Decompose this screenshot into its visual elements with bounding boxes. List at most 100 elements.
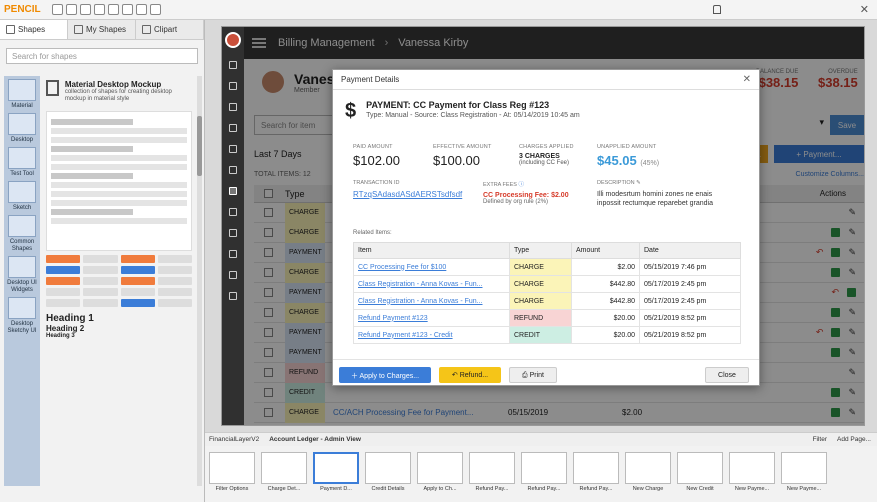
settings-icon[interactable]	[229, 292, 237, 300]
input-shape[interactable]	[157, 299, 192, 307]
page-thumbnail[interactable]: Refund Pay...	[573, 452, 619, 496]
button-shape[interactable]	[157, 255, 192, 263]
redo-icon[interactable]	[135, 4, 147, 15]
button-shape[interactable]	[120, 266, 155, 274]
page-thumbnail-label: Charge Det...	[267, 486, 301, 492]
heading-3-shape[interactable]: Heading 3	[46, 333, 192, 339]
page-thumbnail[interactable]: Filter Options	[209, 452, 255, 496]
page-thumbnail[interactable]: Refund Pay...	[521, 452, 567, 496]
page-thumbnail[interactable]: New Credit	[677, 452, 723, 496]
page-thumbnail[interactable]: Refund Pay...	[469, 452, 515, 496]
add-page-button[interactable]: Add Page...	[837, 436, 871, 443]
user-avatar[interactable]	[225, 32, 241, 48]
shapes-panel: Shapes My Shapes Clipart Search for shap…	[0, 20, 205, 502]
page-thumbnail[interactable]: Charge Det...	[261, 452, 307, 496]
category-test-tool[interactable]: Test Tool	[6, 147, 38, 178]
shapes-icon	[6, 25, 15, 34]
close-icon[interactable]: ✕	[743, 74, 751, 85]
dialog-shape[interactable]	[46, 111, 192, 251]
heading-1-shape[interactable]: Heading 1	[46, 313, 192, 324]
transaction-id: TRANSACTION ID RTzqSAdasdASdAERSTsdfsdf	[353, 180, 463, 199]
export-icon[interactable]	[149, 4, 161, 15]
category-desktop-sketchy[interactable]: Desktop Sketchy UI	[6, 297, 38, 335]
tab-clipart[interactable]: Clipart	[136, 20, 204, 39]
lock-icon[interactable]	[713, 5, 721, 14]
related-date: 05/17/2019 2:45 pm	[639, 292, 741, 310]
category-sketch[interactable]: Sketch	[6, 181, 38, 212]
related-item-link[interactable]: Refund Payment #123	[353, 309, 510, 327]
input-shape[interactable]	[46, 299, 81, 307]
category-desktop[interactable]: Desktop	[6, 113, 38, 144]
apply-to-charges-button[interactable]: ＋ Apply to Charges...	[339, 367, 431, 383]
page-thumbnail-label: New Payme...	[734, 486, 770, 492]
button-shape[interactable]	[46, 277, 81, 285]
tab-shapes[interactable]: Shapes	[0, 20, 68, 39]
related-item-link[interactable]: Refund Payment #123 - Credit	[353, 326, 510, 344]
button-shape[interactable]	[157, 266, 192, 274]
input-shape[interactable]	[83, 288, 118, 296]
open-file-icon[interactable]	[65, 4, 77, 15]
extra-fees: EXTRA FEES ⓘ CC Processing Fee: $2.00 De…	[483, 182, 569, 205]
dashboard-icon[interactable]	[229, 61, 237, 69]
chart-icon[interactable]	[229, 166, 237, 174]
mail-icon[interactable]	[229, 271, 237, 279]
button-shape[interactable]	[120, 277, 155, 285]
refund-button[interactable]: ↶ Refund...	[439, 367, 501, 383]
input-shape[interactable]	[83, 299, 118, 307]
list-icon[interactable]	[229, 124, 237, 132]
zoom-out-icon[interactable]	[107, 4, 119, 15]
page-thumbnail[interactable]: Apply to Ch...	[417, 452, 463, 496]
button-shape[interactable]	[120, 255, 155, 263]
related-date: 05/17/2019 2:45 pm	[639, 275, 741, 293]
page-thumbnail[interactable]: Credit Details	[365, 452, 411, 496]
button-shape[interactable]	[120, 299, 155, 307]
panel-scrollbar[interactable]	[197, 76, 202, 486]
scroll-thumb[interactable]	[197, 116, 202, 176]
document-icon[interactable]	[229, 229, 237, 237]
button-shape[interactable]	[157, 277, 192, 285]
new-file-icon[interactable]	[51, 4, 63, 15]
heading-2-shape[interactable]: Heading 2	[46, 324, 192, 333]
category-desktop-ui[interactable]: Desktop UI Widgets	[6, 256, 38, 294]
print-button[interactable]: ⎙ Print	[509, 367, 557, 383]
button-shape[interactable]	[46, 255, 81, 263]
clock-icon[interactable]	[229, 250, 237, 258]
button-shapes	[46, 255, 192, 307]
related-item-link[interactable]: Class Registration - Anna Kovas - Fun...	[353, 292, 510, 310]
category-common-shapes[interactable]: Common Shapes	[6, 215, 38, 253]
button-shape[interactable]	[83, 255, 118, 263]
people-icon[interactable]	[229, 103, 237, 111]
report-icon[interactable]	[229, 208, 237, 216]
save-file-icon[interactable]	[79, 4, 91, 15]
calendar-icon[interactable]	[229, 82, 237, 90]
category-material[interactable]: Material	[6, 79, 38, 110]
filter-pages-button[interactable]: Filter	[813, 436, 827, 443]
related-item-link[interactable]: Class Registration - Anna Kovas - Fun...	[353, 275, 510, 293]
shape-search-input[interactable]: Search for shapes	[6, 48, 198, 64]
button-shape[interactable]	[83, 266, 118, 274]
undo-icon[interactable]	[121, 4, 133, 15]
edit-pencil-icon[interactable]: ✎	[636, 180, 641, 186]
tab-my-shapes[interactable]: My Shapes	[68, 20, 136, 39]
page-thumbnail[interactable]: New Charge	[625, 452, 671, 496]
chat-icon[interactable]	[229, 145, 237, 153]
page-tab[interactable]: FinancialLayerV2	[209, 436, 259, 443]
page-thumbnail[interactable]: New Payme...	[781, 452, 827, 496]
related-item-link[interactable]: CC Processing Fee for $100	[353, 258, 510, 276]
info-icon[interactable]: ⓘ	[518, 182, 524, 188]
input-shape[interactable]	[120, 288, 155, 296]
shape-line	[51, 164, 187, 170]
button-shape[interactable]	[46, 266, 81, 274]
input-shape[interactable]	[157, 288, 192, 296]
zoom-in-icon[interactable]	[93, 4, 105, 15]
button-shape[interactable]	[83, 277, 118, 285]
transaction-link[interactable]: RTzqSAdasdASdAERSTsdfsdf	[353, 190, 462, 199]
close-button[interactable]: Close	[705, 367, 749, 383]
related-type: CHARGE	[509, 292, 572, 310]
input-shape[interactable]	[46, 288, 81, 296]
page-thumbnail[interactable]: Payment D...	[313, 452, 359, 496]
close-icon[interactable]: ✕	[860, 3, 869, 16]
billing-icon[interactable]	[229, 187, 237, 195]
page-tab-active[interactable]: Account Ledger - Admin View	[269, 436, 361, 443]
page-thumbnail[interactable]: New Payme...	[729, 452, 775, 496]
